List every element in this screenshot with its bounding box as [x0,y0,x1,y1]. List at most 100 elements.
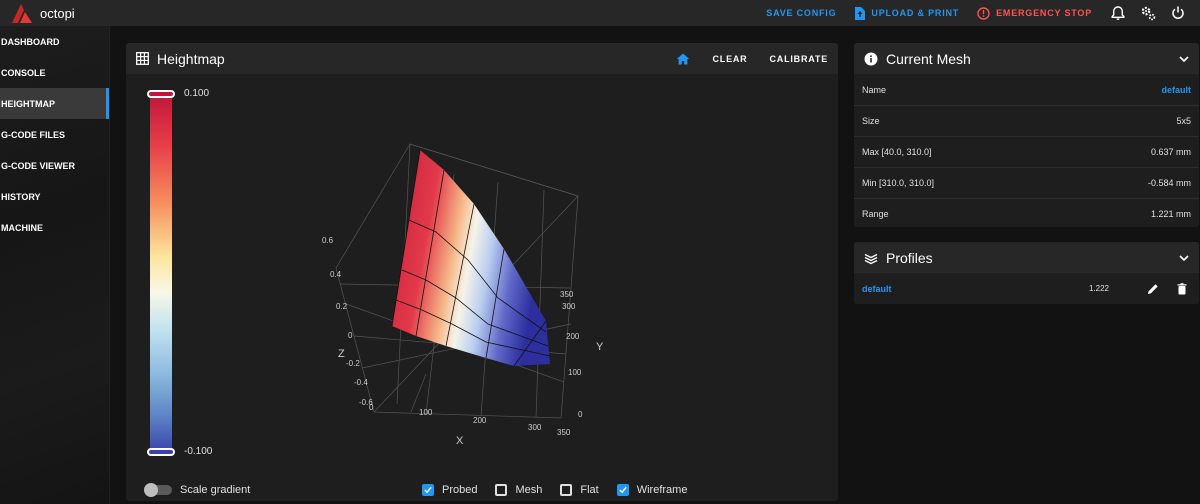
profile-range-value: 1.222 [1088,284,1109,293]
x-tick: 300 [528,423,542,432]
y-tick: 350 [560,290,574,299]
mesh-label: Mesh [515,484,543,496]
x-axis-label: X [456,435,464,447]
chevron-down-icon[interactable] [1179,254,1189,261]
y-tick: 200 [566,332,580,341]
bell-icon [1111,5,1125,20]
mesh-range-row: Range 1.221 mm [854,198,1199,229]
upload-print-button[interactable]: UPLOAD & PRINT [854,6,960,20]
save-config-button[interactable]: SAVE CONFIG [766,8,836,18]
mesh-name-link[interactable]: default [1161,85,1191,95]
sidebar-item-label: DASHBOARD [1,36,60,47]
heightmap-surface [392,150,550,366]
trash-icon[interactable] [1177,282,1187,295]
mesh-min-value: -0.584 mm [1147,178,1191,188]
display-options: Probed Mesh Flat Wireframe [422,484,705,496]
home-icon[interactable] [676,53,690,65]
sidebar-item-heightmap[interactable]: HEIGHTMAP [0,88,109,119]
sidebar-item-machine[interactable]: MACHINE [0,212,109,243]
current-mesh-header: Current Mesh [854,43,1199,74]
sidebar-item-label: CONSOLE [1,67,46,78]
power-button[interactable] [1170,5,1186,21]
settings-button[interactable] [1140,5,1156,21]
wireframe-checkbox[interactable]: Wireframe [616,484,687,496]
x-tick: 100 [419,408,433,417]
x-tick: 0 [369,403,374,412]
profiles-card: Profiles default 1.222 [854,242,1199,304]
sidebar-item-label: HEIGHTMAP [1,98,55,109]
sidebar-item-label: MACHINE [1,222,43,233]
info-icon [864,52,878,65]
app-bar: octopi SAVE CONFIG UPLOAD & PRINT EMERGE… [0,0,1200,26]
sidebar-item-label: G-CODE VIEWER [1,160,76,171]
sidebar: DASHBOARD CONSOLE HEIGHTMAP G-CODE FILES… [0,26,110,504]
layers-stack-icon [864,253,878,264]
notifications-button[interactable] [1110,5,1126,21]
mesh-size-label: Size [862,116,880,126]
x-tick: 200 [473,416,487,425]
checkbox-blank-icon [495,484,508,496]
emergency-stop-button[interactable]: EMERGENCY STOP [977,6,1092,20]
probed-label: Probed [442,484,478,496]
x-tick: 350 [557,428,571,437]
heightmap-3d-plot[interactable]: 0.6 0.4 0.2 0 -0.2 -0.4 -0.6 Z 0 100 200… [126,74,838,474]
sidebar-item-history[interactable]: HISTORY [0,181,109,212]
chevron-down-icon[interactable] [1179,55,1189,62]
mesh-max-value: 0.637 mm [1150,147,1191,157]
power-icon [1172,6,1184,19]
mesh-name-row: Name default [854,74,1199,105]
z-tick: 0.4 [330,270,342,279]
sidebar-item-console[interactable]: CONSOLE [0,57,109,88]
y-tick: 0 [578,410,583,419]
app-title: octopi [40,5,75,21]
alert-circle-icon [977,6,990,20]
flat-label: Flat [580,484,599,496]
upload-print-label: UPLOAD & PRINT [871,8,960,18]
calibrate-button[interactable]: CALIBRATE [769,54,828,64]
z-tick: 0.6 [322,236,334,245]
sidebar-item-gcode-viewer[interactable]: G-CODE VIEWER [0,150,109,181]
sidebar-item-dashboard[interactable]: DASHBOARD [0,26,109,57]
heightmap-card: Heightmap CLEAR CALIBRATE 0.100 -0.100 0… [126,43,838,501]
scale-gradient-switch[interactable] [144,483,172,497]
profiles-title: Profiles [886,249,933,266]
mesh-size-value: 5x5 [1176,116,1191,126]
file-upload-icon [855,6,866,20]
sidebar-item-label: G-CODE FILES [1,129,66,140]
grid-icon [136,52,149,65]
heightmap-title: Heightmap [157,50,225,67]
octopi-logo-icon [12,4,32,23]
current-mesh-card: Current Mesh Name default Size 5x5 Max [… [854,43,1199,227]
mesh-checkbox[interactable]: Mesh [495,484,542,496]
checkbox-blank-icon [560,484,573,496]
z-tick: -0.2 [346,359,360,368]
profile-name-link[interactable]: default [862,284,892,294]
checkbox-checked-icon [616,484,629,496]
mesh-min-row: Min [310.0, 310.0] -0.584 mm [854,167,1199,198]
scale-gradient-control[interactable]: Scale gradient [144,483,251,497]
profile-row: default 1.222 [854,273,1199,304]
mesh-min-label: Min [310.0, 310.0] [862,178,935,188]
logo[interactable]: octopi [10,2,75,24]
pencil-icon[interactable] [1147,283,1159,295]
z-tick: 0 [348,331,353,340]
heightmap-header: Heightmap CLEAR CALIBRATE [126,43,838,74]
z-tick: -0.4 [354,378,368,387]
mesh-size-row: Size 5x5 [854,105,1199,136]
current-mesh-title: Current Mesh [886,50,971,67]
sidebar-item-label: HISTORY [1,191,41,202]
mesh-name-label: Name [862,84,887,95]
flat-checkbox[interactable]: Flat [560,484,599,496]
y-tick: 100 [568,368,582,377]
z-axis-label: Z [338,348,345,360]
checkbox-checked-icon [422,484,434,496]
sidebar-item-gcode-files[interactable]: G-CODE FILES [0,119,109,150]
mesh-max-label: Max [40.0, 310.0] [862,147,932,157]
mesh-range-value: 1.221 mm [1150,209,1191,219]
mesh-range-label: Range [862,209,889,219]
save-config-label: SAVE CONFIG [766,8,837,18]
scale-gradient-label: Scale gradient [180,484,251,496]
probed-checkbox[interactable]: Probed [422,484,477,496]
clear-button[interactable]: CLEAR [712,54,747,64]
mesh-max-row: Max [40.0, 310.0] 0.637 mm [854,136,1199,167]
